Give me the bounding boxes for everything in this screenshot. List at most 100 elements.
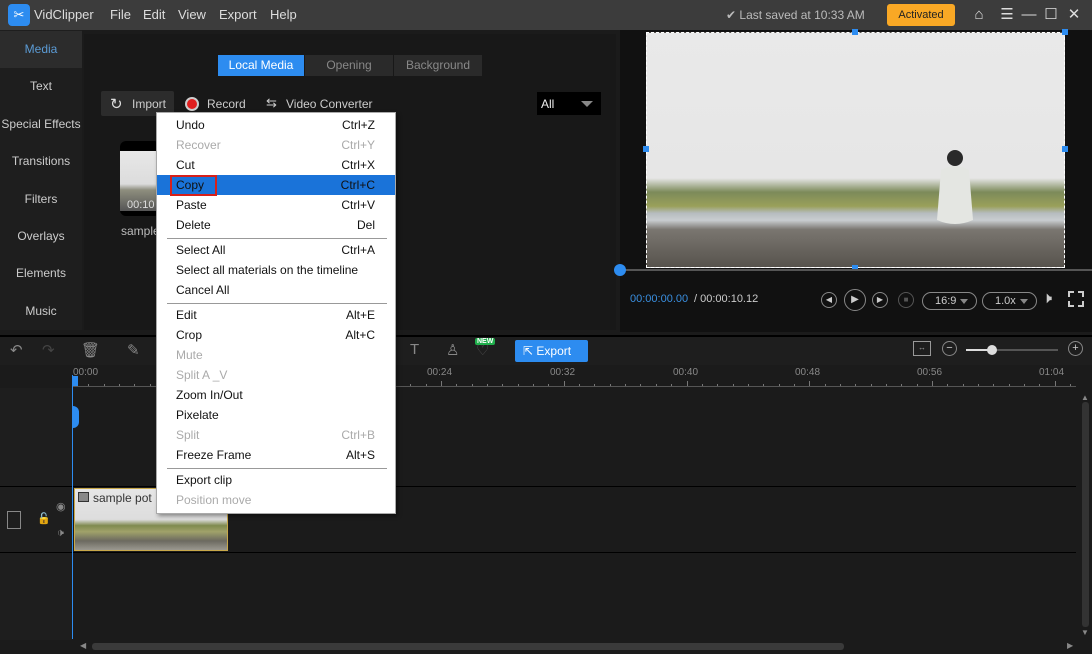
home-icon[interactable]: ⌂: [969, 5, 989, 25]
ruler-label: 00:48: [795, 367, 821, 378]
preview-progress-bar[interactable]: [620, 269, 1092, 271]
activated-button[interactable]: Activated: [887, 4, 955, 26]
resize-handle-top[interactable]: [852, 29, 858, 35]
scroll-right-arrow-icon[interactable]: ▶: [1067, 641, 1073, 650]
resize-handle-top-right[interactable]: [1062, 29, 1068, 35]
menu-help[interactable]: Help: [270, 7, 297, 22]
vertical-scrollbar-thumb[interactable]: [1082, 402, 1089, 627]
ruler-label: 00:24: [427, 367, 453, 378]
previous-frame-button[interactable]: ◀: [821, 292, 837, 308]
menu-item-cut[interactable]: Cut Ctrl+X: [157, 155, 395, 175]
playhead-handle[interactable]: [72, 406, 79, 428]
menu-item-shortcut: Ctrl+V: [341, 198, 375, 212]
text-to-speech-icon[interactable]: T: [410, 341, 419, 358]
menu-item-edit[interactable]: Edit Alt+E: [157, 305, 395, 325]
sidebar-item-text[interactable]: Text: [0, 68, 82, 105]
maximize-button[interactable]: ☐: [1041, 5, 1061, 25]
menu-item-shortcut: Alt+E: [345, 308, 375, 322]
undo-icon[interactable]: ↶: [10, 341, 23, 359]
menu-item-label: Freeze Frame: [176, 448, 252, 462]
import-icon: ↻: [110, 96, 123, 113]
close-button[interactable]: ✕: [1064, 5, 1084, 25]
menu-item-mute[interactable]: Mute: [157, 345, 395, 365]
zoom-in-icon[interactable]: +: [1068, 341, 1083, 356]
sidebar-item-special-effects[interactable]: Special Effects: [0, 106, 82, 143]
record-button[interactable]: Record: [207, 97, 246, 111]
play-button[interactable]: ▶: [844, 289, 866, 311]
sidebar-item-elements[interactable]: Elements: [0, 255, 82, 292]
visibility-eye-icon[interactable]: ◉: [56, 500, 66, 513]
menu-separator: [167, 238, 387, 239]
menu-item-select-all-materials-on-the-timeline[interactable]: Select all materials on the timeline: [157, 260, 395, 280]
menu-item-label: Pixelate: [176, 408, 219, 422]
sidebar-item-transitions[interactable]: Transitions: [0, 143, 82, 180]
menu-item-freeze-frame[interactable]: Freeze Frame Alt+S: [157, 445, 395, 465]
menu-item-undo[interactable]: Undo Ctrl+Z: [157, 115, 395, 135]
zoom-slider-handle[interactable]: [987, 345, 997, 355]
sidebar-item-overlays[interactable]: Overlays: [0, 218, 82, 255]
tab-opening[interactable]: Opening: [305, 55, 393, 76]
dropdown-arrow-icon: [960, 299, 968, 304]
preview-progress-handle[interactable]: [614, 264, 626, 276]
media-filter-select[interactable]: All: [537, 92, 601, 115]
zoom-out-icon[interactable]: −: [942, 341, 957, 356]
menu-item-position-move[interactable]: Position move: [157, 490, 395, 510]
edit-icon[interactable]: ✎: [127, 341, 140, 359]
ruler-label: 00:56: [917, 367, 943, 378]
scroll-down-arrow-icon[interactable]: ▼: [1081, 628, 1089, 637]
scroll-left-arrow-icon[interactable]: ◀: [80, 641, 86, 650]
tab-local-media[interactable]: Local Media: [218, 55, 304, 76]
horizontal-scrollbar-thumb[interactable]: [92, 643, 844, 650]
audio-icon[interactable]: 🕩: [57, 527, 64, 540]
minimize-button[interactable]: —: [1019, 5, 1039, 25]
menu-item-cancel-all[interactable]: Cancel All: [157, 280, 395, 300]
next-frame-button[interactable]: ▶: [872, 292, 888, 308]
stop-button[interactable]: ■: [898, 292, 914, 308]
export-button[interactable]: ⇱ Export: [515, 340, 588, 362]
speed-select[interactable]: 1.0x: [982, 292, 1037, 310]
tab-background[interactable]: Background: [394, 55, 482, 76]
hamburger-menu-icon[interactable]: ☰: [997, 5, 1017, 25]
menu-export[interactable]: Export: [219, 7, 257, 22]
speech-to-text-icon[interactable]: ♙: [446, 341, 459, 359]
resize-handle-left[interactable]: [643, 146, 649, 152]
aspect-ratio-select[interactable]: 16:9: [922, 292, 977, 310]
menu-item-paste[interactable]: Paste Ctrl+V: [157, 195, 395, 215]
menu-item-pixelate[interactable]: Pixelate: [157, 405, 395, 425]
menu-item-shortcut: Ctrl+Z: [342, 118, 375, 132]
fit-timeline-icon[interactable]: ↔: [913, 341, 931, 356]
menu-item-shortcut: Del: [356, 218, 375, 232]
redo-icon[interactable]: ↷: [42, 341, 55, 359]
menu-view[interactable]: View: [178, 7, 206, 22]
menu-file[interactable]: File: [110, 7, 131, 22]
volume-icon[interactable]: 🕨: [1042, 290, 1052, 308]
video-converter-button[interactable]: Video Converter: [286, 97, 373, 111]
menu-item-label: Split A _V: [176, 368, 228, 382]
sidebar-item-music[interactable]: Music: [0, 293, 82, 330]
track-divider: [0, 552, 1076, 553]
playhead-marker[interactable]: [72, 376, 78, 386]
menu-item-select-all[interactable]: Select All Ctrl+A: [157, 240, 395, 260]
sidebar-item-media[interactable]: Media: [0, 31, 82, 68]
scroll-up-arrow-icon[interactable]: ▲: [1081, 393, 1089, 402]
menu-item-split[interactable]: Split Ctrl+B: [157, 425, 395, 445]
menu-item-zoom-in-out[interactable]: Zoom In/Out: [157, 385, 395, 405]
menu-item-shortcut: Ctrl+X: [341, 158, 375, 172]
delete-icon[interactable]: 🗑: [81, 341, 100, 359]
menu-edit[interactable]: Edit: [143, 7, 165, 22]
menu-item-recover[interactable]: Recover Ctrl+Y: [157, 135, 395, 155]
menu-item-label: Position move: [176, 493, 252, 507]
resize-handle-right[interactable]: [1062, 146, 1068, 152]
record-icon[interactable]: [185, 97, 199, 111]
preview-image[interactable]: [646, 32, 1065, 268]
menu-item-delete[interactable]: Delete Del: [157, 215, 395, 235]
menu-item-crop[interactable]: Crop Alt+C: [157, 325, 395, 345]
dropdown-arrow-icon: [1020, 299, 1028, 304]
fullscreen-icon[interactable]: [1068, 291, 1084, 307]
menu-item-split-a-v[interactable]: Split A _V: [157, 365, 395, 385]
lock-icon[interactable]: 🔓: [37, 512, 51, 525]
menu-item-label: Mute: [176, 348, 203, 362]
menu-item-export-clip[interactable]: Export clip: [157, 470, 395, 490]
sidebar-item-filters[interactable]: Filters: [0, 181, 82, 218]
dropdown-arrow-icon: [581, 101, 593, 107]
